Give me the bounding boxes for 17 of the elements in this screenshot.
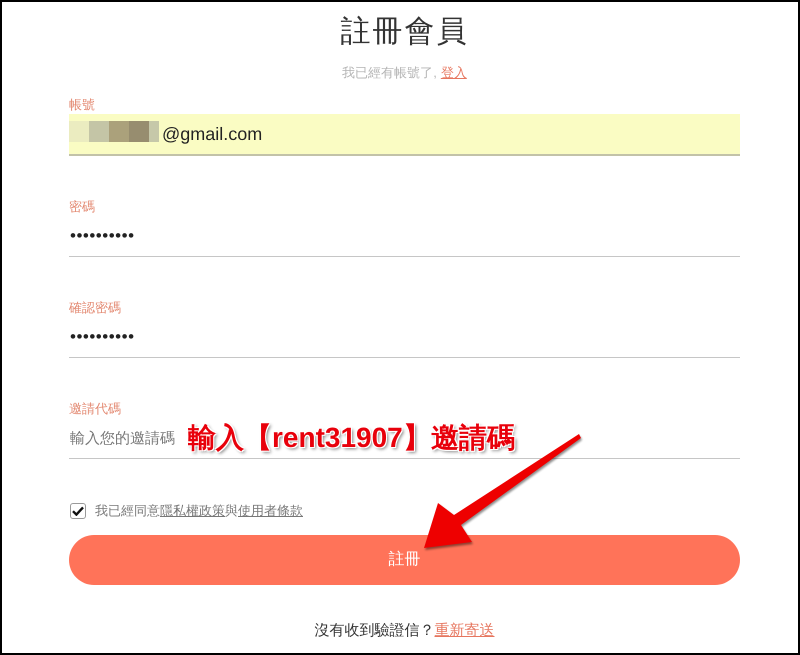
field-label: 密碼 bbox=[69, 198, 95, 216]
resend-link[interactable]: 重新寄送 bbox=[434, 622, 494, 639]
register-button[interactable]: 註冊 bbox=[69, 535, 740, 585]
field-label: 確認密碼 bbox=[69, 299, 121, 317]
agreement-link[interactable]: 使用者條款 bbox=[238, 503, 303, 518]
resend-prompt: 沒有收到驗證信？重新寄送 bbox=[314, 622, 494, 640]
checkmark-icon bbox=[72, 506, 84, 516]
field-label: 邀請代碼 bbox=[69, 400, 121, 418]
checkbox[interactable] bbox=[70, 503, 86, 519]
page-title: 註冊會員 bbox=[340, 14, 470, 50]
annotation-text: 輸入【rent31907】邀請碼 bbox=[188, 421, 515, 455]
agreement-link[interactable]: 隱私權政策 bbox=[160, 503, 225, 518]
login-link[interactable]: 登入 bbox=[440, 65, 467, 80]
field-label: 帳號 bbox=[69, 96, 95, 114]
login-prompt: 我已經有帳號了, 登入 bbox=[342, 64, 467, 82]
email-field[interactable]: @gmail.com bbox=[69, 114, 740, 156]
agreement-text: 我已經同意隱私權政策與使用者條款 bbox=[95, 502, 303, 520]
